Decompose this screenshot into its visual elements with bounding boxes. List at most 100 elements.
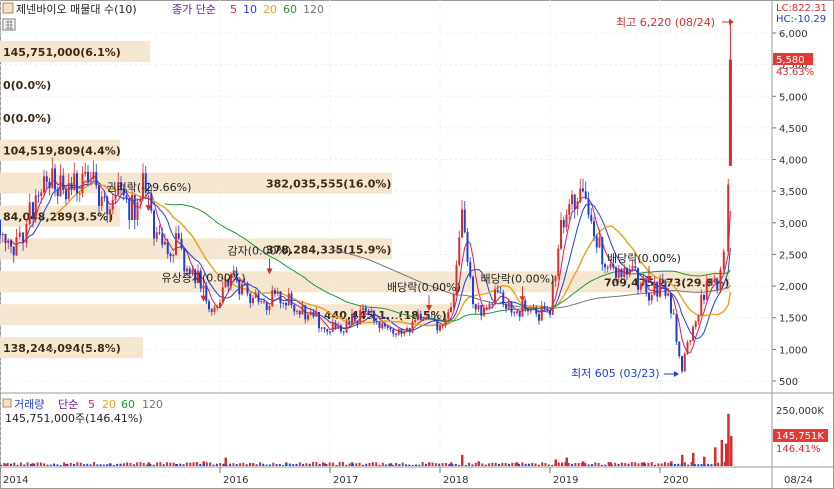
candle-body <box>329 331 331 333</box>
volume-bar <box>112 464 115 466</box>
candle-body <box>463 209 466 233</box>
candle-body <box>246 284 249 294</box>
volume-bar <box>249 462 251 466</box>
volume-current-label: 145,751K <box>776 431 824 442</box>
candle-body <box>221 287 224 303</box>
volume-bar <box>278 464 281 466</box>
volume-bar <box>39 462 42 466</box>
x-tick-label: 2020 <box>663 475 688 486</box>
volume-profile-label: 0(0.0%) <box>3 79 51 92</box>
candle-body <box>1 233 4 236</box>
candle-body <box>444 318 447 326</box>
candle-body <box>606 267 609 269</box>
volume-bar <box>368 463 371 466</box>
candle-body <box>356 320 359 324</box>
candle-body <box>274 290 276 294</box>
volume-bar <box>225 464 228 466</box>
candle-body <box>92 172 95 180</box>
volume-bar <box>79 462 82 466</box>
candle-body <box>713 279 716 282</box>
title-icon[interactable] <box>2 2 14 14</box>
y-tick-label: 3,000 <box>779 219 808 230</box>
candle-body <box>7 240 10 244</box>
candle-body <box>505 304 507 309</box>
volume-bar <box>345 464 348 466</box>
volume-bar <box>727 413 730 466</box>
x-tick-label: 2019 <box>553 475 578 486</box>
volume-bar <box>49 464 52 466</box>
candle-body <box>667 293 670 296</box>
candle-body <box>683 353 686 372</box>
candle-body <box>293 305 296 312</box>
candle-body <box>659 279 661 297</box>
volume-bar <box>149 463 152 466</box>
candle-body <box>527 308 529 312</box>
candle-body <box>450 307 452 313</box>
candle-body <box>265 302 268 310</box>
candle-body <box>708 280 711 283</box>
candle-body <box>408 328 411 333</box>
candle-body <box>254 294 257 298</box>
volume-bar <box>99 464 102 466</box>
volume-bar <box>102 464 105 466</box>
candle-body <box>562 219 565 228</box>
candle-body <box>298 311 301 315</box>
volume-bar <box>109 464 112 466</box>
candle-body <box>686 341 689 354</box>
candle-body <box>67 183 70 200</box>
volume-bar <box>262 463 265 466</box>
candle-body <box>554 276 557 282</box>
candle-body <box>593 221 595 237</box>
candle-body <box>617 269 620 278</box>
candle-body <box>32 202 34 219</box>
current-price-label: 5,580 <box>776 55 805 66</box>
volume-profile-label: 0(0.0%) <box>3 112 51 125</box>
low-label: 최저 605 (03/23) <box>571 367 660 380</box>
volume-bar <box>83 464 85 466</box>
candle-body <box>480 305 483 316</box>
candle-body <box>59 175 62 197</box>
volume-bar <box>192 462 195 466</box>
candle-body <box>430 318 433 320</box>
volume-bar <box>189 462 192 466</box>
volume-bar <box>36 462 39 466</box>
volume-bar <box>491 462 494 466</box>
candle-body <box>587 198 590 216</box>
volume-bar <box>634 462 637 466</box>
volume-bar <box>564 462 567 466</box>
y-tick-label: 6,000 <box>779 29 808 40</box>
candle-body <box>389 327 392 330</box>
candle-body <box>161 233 164 245</box>
candle-body <box>403 330 406 334</box>
volume-bar <box>571 463 574 466</box>
volume-readout: 145,751,000주(146.41%) <box>5 412 143 425</box>
volume-bar <box>185 462 188 466</box>
ma-period-20: 20 <box>263 3 277 16</box>
volume-bar <box>723 462 726 466</box>
volume-bar <box>29 463 32 466</box>
volume-bar <box>6 462 9 466</box>
candle-body <box>637 268 639 290</box>
volume-bar <box>76 462 79 466</box>
volume-bar <box>0 465 2 466</box>
volume-bar <box>690 462 693 466</box>
volume-bar <box>258 462 261 466</box>
volume-title-icon[interactable] <box>2 398 12 408</box>
candle-body <box>474 303 477 310</box>
volume-bar <box>401 462 404 466</box>
volume-tick-label: 250,000K <box>776 406 824 417</box>
volume-bar <box>96 464 99 466</box>
y-tick-label: 2,000 <box>779 282 808 293</box>
volume-bar <box>717 462 720 466</box>
candle-body <box>642 279 645 286</box>
candle-body <box>692 327 694 341</box>
candle-body <box>183 248 186 272</box>
candle-body <box>164 241 166 245</box>
x-tick-label: 2017 <box>333 475 358 486</box>
volume-bar <box>63 462 66 466</box>
candle-body <box>56 189 59 197</box>
candle-body <box>436 320 439 331</box>
volume-bar <box>415 464 417 466</box>
volume-bar <box>644 463 647 466</box>
volume-bar <box>361 464 364 466</box>
